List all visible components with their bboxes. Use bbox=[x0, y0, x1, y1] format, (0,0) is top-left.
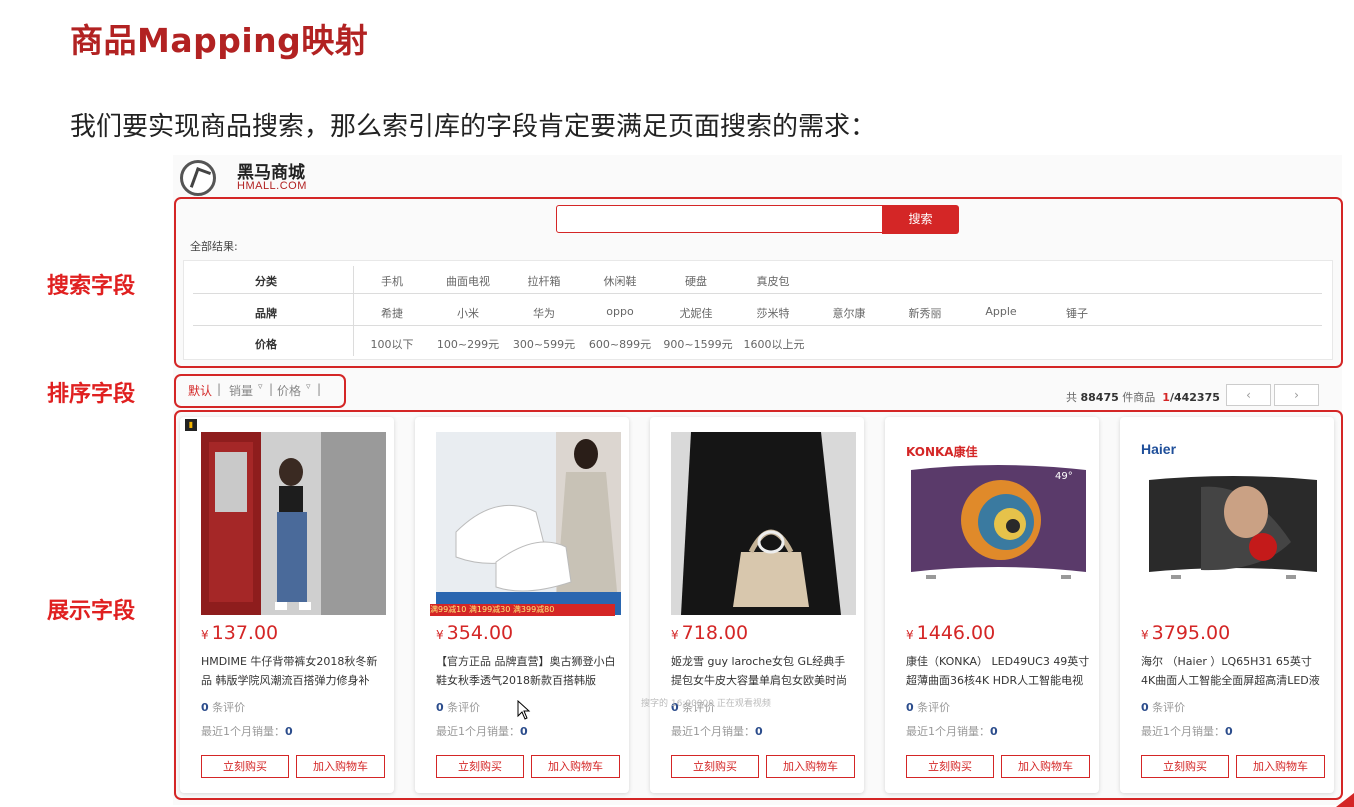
current-page: 1 bbox=[1162, 391, 1170, 404]
logo-en-text: HMALL.COM bbox=[237, 180, 307, 192]
next-page-button[interactable]: › bbox=[1274, 384, 1319, 406]
total-pages: /442375 bbox=[1169, 391, 1220, 404]
search-fields-highlight bbox=[174, 197, 1343, 368]
result-count-suffix: 件商品 bbox=[1122, 391, 1156, 404]
video-watermark: 搜字的 16:00000 正在观看视频 bbox=[641, 699, 771, 709]
sort-fields-highlight bbox=[174, 374, 346, 408]
hmall-logo[interactable]: 黑马商城 HMALL.COM bbox=[180, 158, 320, 200]
prev-page-button[interactable]: ‹ bbox=[1226, 384, 1271, 406]
label-display-fields: 展示字段 bbox=[47, 599, 136, 624]
label-sort-fields: 排序字段 bbox=[47, 382, 136, 407]
display-fields-highlight bbox=[174, 410, 1343, 800]
label-search-fields: 搜索字段 bbox=[47, 274, 136, 299]
horse-logo-icon bbox=[180, 160, 216, 196]
result-count: 共 88475 件商品 1/442375 bbox=[1066, 389, 1220, 405]
result-count-prefix: 共 bbox=[1066, 391, 1077, 404]
mouse-cursor-icon bbox=[517, 700, 531, 720]
slide-subtitle: 我们要实现商品搜索，那么索引库的字段肯定要满足页面搜索的需求： bbox=[70, 112, 877, 142]
slide-title: 商品Mapping映射 bbox=[70, 21, 369, 60]
result-count-number: 88475 bbox=[1080, 391, 1119, 404]
corner-decoration bbox=[1336, 793, 1354, 807]
